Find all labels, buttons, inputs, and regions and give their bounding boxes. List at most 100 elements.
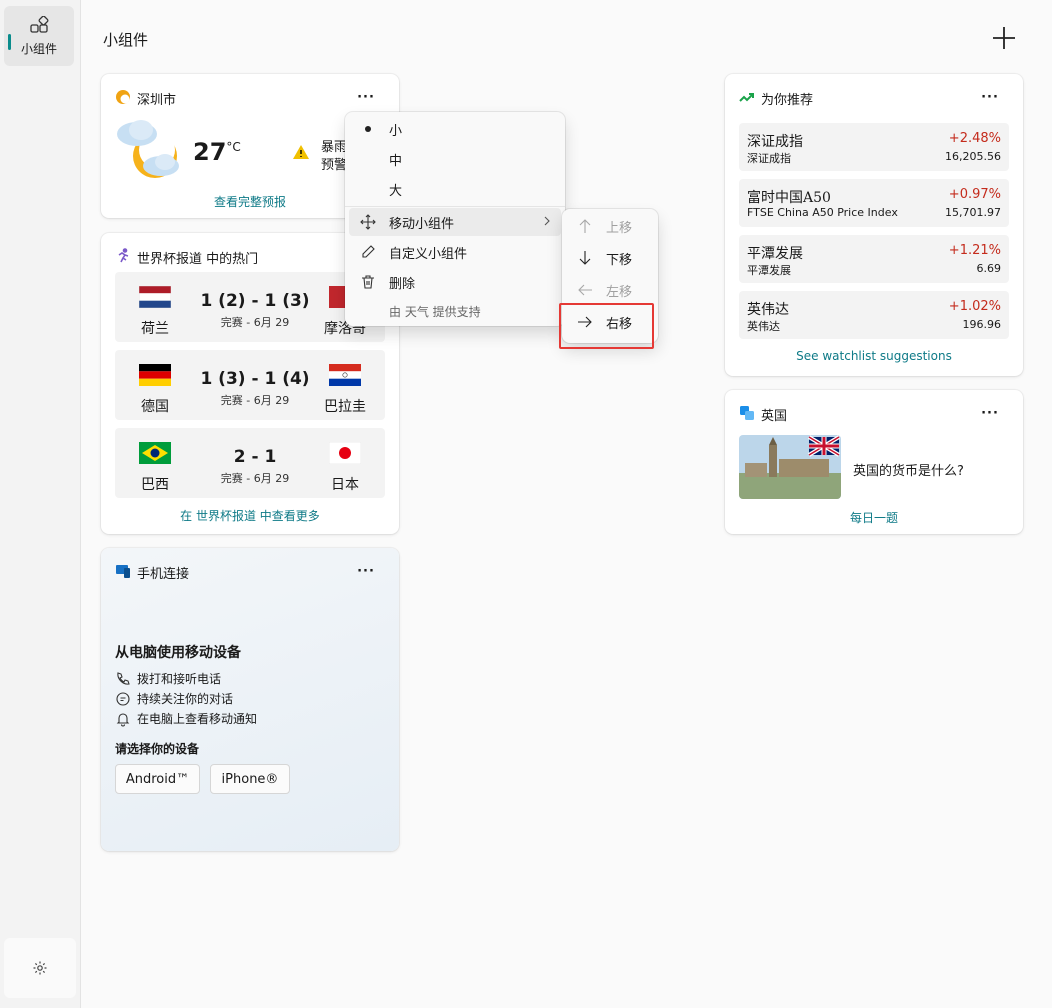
- selected-dot-icon: [359, 120, 377, 138]
- phone-icon: [117, 671, 130, 685]
- quiz-app-icon: [740, 406, 754, 420]
- stock-subtitle: FTSE China A50 Price Index: [747, 206, 898, 219]
- widgets-icon: [30, 15, 49, 33]
- move-left-menu-item[interactable]: 左移: [566, 276, 654, 304]
- move-widget-menu-item[interactable]: 移动小组件: [349, 208, 561, 236]
- flag-germany-icon: [139, 364, 171, 386]
- worldcup-more-link[interactable]: 在 世界杯报道 中查看更多: [101, 507, 399, 524]
- stock-subtitle: 平潭发展: [747, 264, 791, 277]
- provider-footer: 由 天气 提供支持: [389, 305, 481, 319]
- android-button[interactable]: Android™: [115, 764, 200, 794]
- london-thumbnail[interactable]: [739, 435, 841, 499]
- quiz-question[interactable]: 英国的货币是什么?: [853, 460, 964, 479]
- chat-icon: [116, 691, 130, 706]
- stock-change: +0.97%: [948, 187, 1001, 202]
- board-title: 小组件: [103, 31, 149, 49]
- size-large-menu-item[interactable]: 大: [349, 175, 561, 203]
- phone-link-card[interactable]: 手机连接 ··· 从电脑使用移动设备 拨打和接听电话 持续关注你的对话 在电脑上…: [101, 548, 399, 851]
- uk-quiz-title: 英国: [761, 409, 788, 424]
- warning-icon: [293, 145, 309, 159]
- move-down-menu-item[interactable]: 下移: [566, 244, 654, 272]
- stock-change: +2.48%: [948, 131, 1001, 146]
- worldcup-title: 世界杯报道 中的热门: [137, 252, 259, 267]
- move-right-label: 右移: [606, 316, 633, 332]
- flag-paraguay-icon: [329, 364, 361, 386]
- move-left-label: 左移: [606, 284, 633, 300]
- uk-quiz-card[interactable]: 英国 ··· 英国的货币是什么? 每日一题: [725, 390, 1023, 534]
- gear-icon: [33, 961, 47, 975]
- stock-change: +1.02%: [948, 299, 1001, 314]
- move-widget-label: 移动小组件: [389, 216, 455, 232]
- widget-context-menu: 小 中 大 移动小组件 自定义小组件 删除 由 天气 提供支持: [345, 112, 565, 326]
- size-medium-menu-item[interactable]: 中: [349, 145, 561, 173]
- size-large-label: 大: [389, 183, 403, 199]
- temperature: 27°C: [193, 138, 241, 166]
- widgets-nav-button[interactable]: 小组件: [4, 6, 74, 66]
- add-widget-button[interactable]: [987, 24, 1021, 52]
- settings-button[interactable]: [4, 938, 76, 998]
- weather-alert-line2[interactable]: 预警: [321, 154, 347, 173]
- away-team: 巴拉圭: [324, 399, 366, 415]
- size-medium-label: 中: [389, 153, 403, 169]
- trash-icon: [359, 273, 377, 291]
- stocks-more-button[interactable]: ···: [978, 88, 1002, 106]
- stock-change: +1.21%: [948, 243, 1001, 258]
- stock-price: 6.69: [976, 262, 1002, 275]
- customize-widget-label: 自定义小组件: [389, 246, 468, 262]
- arrow-down-icon: [576, 249, 594, 267]
- bell-icon: [116, 712, 130, 726]
- delete-widget-menu-item[interactable]: 删除: [349, 268, 561, 296]
- phone-link-heading: 从电脑使用移动设备: [115, 645, 241, 661]
- stock-row[interactable]: 深证成指 深证成指 +2.48% 16,205.56: [739, 123, 1009, 171]
- match-status: 完赛 - 6月 29: [220, 472, 290, 485]
- arrow-right-icon: [576, 313, 594, 331]
- pencil-icon: [359, 243, 377, 261]
- match-status: 完赛 - 6月 29: [220, 316, 290, 329]
- stock-row[interactable]: 英伟达 英伟达 +1.02% 196.96: [739, 291, 1009, 339]
- stocks-card[interactable]: 为你推荐 ··· 深证成指 深证成指 +2.48% 16,205.56 富时中国…: [725, 74, 1023, 376]
- feature-messages: 持续关注你的对话: [115, 690, 233, 707]
- move-up-label: 上移: [606, 220, 633, 236]
- weather-alert-line1[interactable]: 暴雨: [321, 136, 347, 155]
- watchlist-suggestions-link[interactable]: See watchlist suggestions: [725, 349, 1023, 363]
- move-right-menu-item[interactable]: 右移: [566, 308, 654, 336]
- iphone-button[interactable]: iPhone®: [210, 764, 290, 794]
- home-team: 巴西: [141, 477, 169, 493]
- stock-price: 16,205.56: [945, 150, 1001, 163]
- stocks-title: 为你推荐: [761, 93, 814, 108]
- arrow-left-icon: [576, 281, 594, 299]
- move-up-menu-item[interactable]: 上移: [566, 212, 654, 240]
- active-indicator: [8, 34, 11, 50]
- feature-notifications-label: 在电脑上查看移动通知: [137, 712, 258, 726]
- match-row[interactable]: 德国 1 (3) - 1 (4) 完赛 - 6月 29 巴拉圭: [115, 350, 385, 420]
- runner-icon: [118, 248, 129, 263]
- feature-messages-label: 持续关注你的对话: [137, 692, 234, 706]
- uk-quiz-more-button[interactable]: ···: [978, 404, 1002, 422]
- stock-name: 英伟达: [747, 302, 789, 318]
- match-score: 1 (2) - 1 (3): [200, 291, 310, 311]
- weather-more-button[interactable]: ···: [354, 88, 378, 106]
- phone-link-more-button[interactable]: ···: [354, 562, 378, 580]
- stock-name: 平潭发展: [747, 246, 803, 262]
- feature-calls: 拨打和接听电话: [115, 670, 221, 687]
- match-row[interactable]: 巴西 2 - 1 完赛 - 6月 29 日本: [115, 428, 385, 498]
- move-down-label: 下移: [606, 252, 633, 268]
- stock-row[interactable]: 平潭发展 平潭发展 +1.21% 6.69: [739, 235, 1009, 283]
- chevron-right-icon: [543, 215, 551, 230]
- widgets-board: 小组件 深圳市 ··· 27°C 暴雨 预警 查看完整预报 世界杯报道 中的热门…: [80, 0, 1052, 1008]
- feature-notifications: 在电脑上查看移动通知: [115, 710, 257, 727]
- stock-price: 196.96: [962, 318, 1002, 331]
- customize-widget-menu-item[interactable]: 自定义小组件: [349, 238, 561, 266]
- move-submenu: 上移 下移 左移 右移: [562, 209, 658, 343]
- arrow-up-icon: [576, 217, 594, 235]
- stock-row[interactable]: 富时中国A50 FTSE China A50 Price Index +0.97…: [739, 179, 1009, 227]
- stock-price: 15,701.97: [945, 206, 1001, 219]
- daily-quiz-link[interactable]: 每日一题: [725, 509, 1023, 526]
- phone-link-app-icon: [116, 565, 130, 578]
- partly-cloudy-night-icon: [117, 120, 179, 178]
- move-icon: [359, 213, 377, 231]
- phone-link-title: 手机连接: [137, 567, 190, 582]
- size-small-menu-item[interactable]: 小: [349, 115, 561, 143]
- weather-app-icon: [116, 90, 130, 104]
- stock-subtitle: 深证成指: [747, 152, 791, 165]
